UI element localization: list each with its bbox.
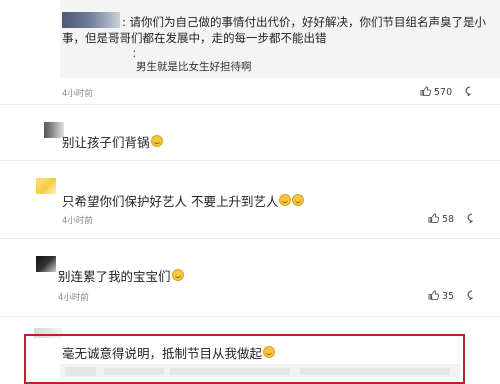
comment-bubble-icon[interactable] [465, 86, 475, 96]
thumbs-up-icon [428, 290, 439, 300]
smiley-emoji-icon [263, 346, 276, 358]
divider [0, 104, 500, 105]
comment-time: 4小时前 [58, 293, 89, 303]
smiley-emoji-icon [279, 194, 292, 206]
comment-time: 4小时前 [62, 216, 93, 226]
comment-time: 4小时前 [62, 89, 93, 99]
user-avatar[interactable] [36, 178, 56, 194]
like-count: 58 [442, 214, 455, 225]
thumbs-up-icon [420, 86, 431, 96]
reply-text-line-3: ： [132, 49, 142, 60]
comment-text: 别让孩子们背锅 [62, 132, 163, 151]
smiley-emoji-icon [150, 135, 163, 147]
comment-text: 毫无诚意得说明，抵制节目从我做起 [62, 343, 276, 362]
user-avatar[interactable] [62, 12, 120, 28]
smiley-emoji-icon [292, 194, 305, 206]
divider [0, 316, 500, 317]
divider [0, 238, 500, 239]
reply-preview-box [60, 364, 460, 378]
reply-text-line-1: : 请你们为自己做的事情付出代价，好好解决，你们节目组名声臭了是小 [122, 15, 487, 29]
comment-text: 只希望你们保护好艺人 不要上升到艺人 [62, 191, 305, 210]
like-button[interactable]: 570 [420, 86, 475, 98]
comment-bubble-icon[interactable] [467, 213, 477, 223]
divider [0, 160, 500, 161]
comment-bubble-icon[interactable] [467, 290, 477, 300]
reply-text-line-4: 男生就是比女生好担待啊 [136, 61, 252, 73]
like-count: 570 [434, 87, 453, 98]
user-avatar[interactable] [36, 256, 56, 272]
like-count: 35 [442, 291, 455, 302]
smiley-emoji-icon [171, 269, 184, 281]
user-avatar[interactable] [44, 122, 64, 138]
like-button[interactable]: 35 [428, 290, 477, 302]
thumbs-up-icon [428, 213, 439, 223]
comment-text: 别连累了我的宝宝们 [58, 266, 184, 285]
reply-text-line-2: 事，但是哥哥们都在发展中，走的每一步都不能出错 [62, 31, 327, 45]
like-button[interactable]: 58 [428, 213, 477, 225]
